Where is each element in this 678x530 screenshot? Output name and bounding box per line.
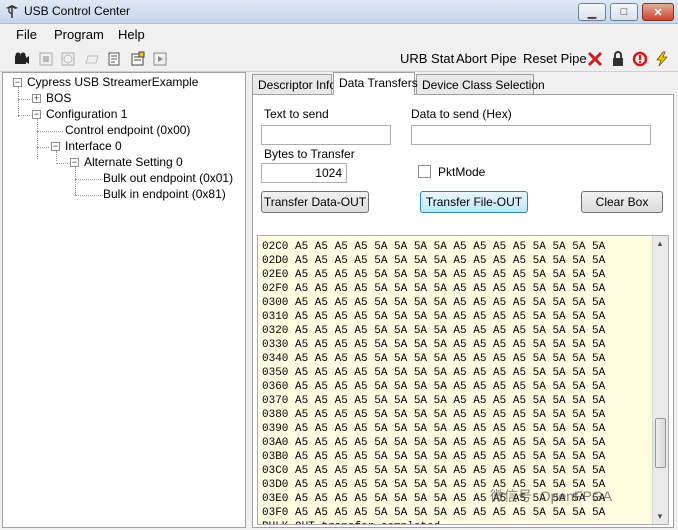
reset-icon[interactable] <box>632 51 648 67</box>
play-icon[interactable] <box>152 51 168 67</box>
lightning-icon[interactable] <box>654 51 670 67</box>
text-to-send-input[interactable] <box>261 125 391 145</box>
pktmode-label: PktMode <box>438 165 486 179</box>
output-line: BULK OUT transfer completed <box>262 520 605 524</box>
output-log-text: 02C0 A5 A5 A5 A5 5A 5A 5A 5A A5 A5 A5 A5… <box>262 240 606 524</box>
folder-icon[interactable] <box>84 51 100 67</box>
minimize-icon: ▁ <box>587 6 597 19</box>
urb-stat-button[interactable]: URB Stat <box>400 51 454 66</box>
tree-node-configuration[interactable]: Configuration 1 <box>46 107 127 123</box>
tree-node-device[interactable]: Cypress USB StreamerExample <box>27 75 198 91</box>
clock-icon[interactable] <box>60 51 76 67</box>
collapse-root-icon[interactable]: − <box>13 78 22 87</box>
tab-data-transfers[interactable]: Data Transfers <box>333 72 418 95</box>
output-line: 0350 A5 A5 A5 A5 5A 5A 5A 5A A5 A5 A5 A5… <box>262 367 606 379</box>
expand-bos-icon[interactable]: + <box>32 94 41 103</box>
usb-app-icon <box>6 5 18 18</box>
menu-bar: File Program Help <box>0 24 678 46</box>
collapse-interface-icon[interactable]: − <box>51 142 60 151</box>
output-line: 03F0 A5 A5 A5 A5 5A 5A 5A 5A A5 A5 A5 A5… <box>262 507 606 519</box>
maximize-icon: □ <box>620 6 628 18</box>
abort-pipe-button[interactable]: Abort Pipe <box>456 51 517 66</box>
tree-node-control-endpoint[interactable]: Control endpoint (0x00) <box>65 123 190 139</box>
output-line: 03C0 A5 A5 A5 A5 5A 5A 5A 5A A5 A5 A5 A5… <box>262 465 606 477</box>
tree-node-bulk-out-endpoint[interactable]: Bulk out endpoint (0x01) <box>103 171 233 187</box>
tree-node-interface[interactable]: Interface 0 <box>65 139 122 155</box>
text-to-send-label: Text to send <box>264 107 329 121</box>
camera-icon[interactable] <box>14 51 30 67</box>
window-title: USB Control Center <box>24 4 131 18</box>
output-line: 0370 A5 A5 A5 A5 5A 5A 5A 5A A5 A5 A5 A5… <box>262 395 606 407</box>
clear-box-button[interactable]: Clear Box <box>581 191 663 213</box>
output-line: 03A0 A5 A5 A5 A5 5A 5A 5A 5A A5 A5 A5 A5… <box>262 437 606 449</box>
data-to-send-hex-input[interactable] <box>411 125 651 145</box>
tree-node-alternate-setting[interactable]: Alternate Setting 0 <box>84 155 183 171</box>
tab-device-class-selection[interactable]: Device Class Selection <box>416 74 545 94</box>
output-line: 02F0 A5 A5 A5 A5 5A 5A 5A 5A A5 A5 A5 A5… <box>262 283 606 295</box>
output-line: 0300 A5 A5 A5 A5 5A 5A 5A 5A A5 A5 A5 A5… <box>262 297 606 309</box>
output-line: 0390 A5 A5 A5 A5 5A 5A 5A 5A A5 A5 A5 A5… <box>262 423 606 435</box>
output-line: 0380 A5 A5 A5 A5 5A 5A 5A 5A A5 A5 A5 A5… <box>262 409 606 421</box>
title-bar: USB Control Center ▁ □ ✕ <box>0 0 678 24</box>
stop-icon[interactable] <box>38 51 54 67</box>
close-icon: ✕ <box>653 6 663 19</box>
notepad-icon[interactable] <box>130 51 146 67</box>
menu-file[interactable]: File <box>16 27 37 42</box>
transfer-file-out-button[interactable]: Transfer File-OUT <box>420 191 528 213</box>
close-button[interactable]: ✕ <box>642 3 674 21</box>
scroll-up-icon[interactable]: ▲ <box>656 239 664 248</box>
output-line: 0330 A5 A5 A5 A5 5A 5A 5A 5A A5 A5 A5 A5… <box>262 339 606 351</box>
output-line: 02E0 A5 A5 A5 A5 5A 5A 5A 5A A5 A5 A5 A5… <box>262 269 606 281</box>
watermark: 微信号: OpenFPGA <box>490 488 613 504</box>
toolbar: URB Stat Abort Pipe Reset Pipe <box>0 46 678 72</box>
right-panel: Descriptor Info Data Transfers Device Cl… <box>250 72 678 530</box>
maximize-button[interactable]: □ <box>610 3 638 21</box>
output-line: 0340 A5 A5 A5 A5 5A 5A 5A 5A A5 A5 A5 A5… <box>262 353 606 365</box>
menu-program[interactable]: Program <box>54 27 104 42</box>
lock-icon[interactable] <box>610 51 626 67</box>
red-x-icon[interactable] <box>587 51 603 67</box>
scroll-thumb[interactable] <box>655 418 666 468</box>
data-transfers-page: Text to send Data to send (Hex) Bytes to… <box>252 94 674 528</box>
output-line: 02C0 A5 A5 A5 A5 5A 5A 5A 5A A5 A5 A5 A5… <box>262 241 606 253</box>
collapse-config-icon[interactable]: − <box>32 110 41 119</box>
scroll-down-icon[interactable]: ▼ <box>656 512 664 521</box>
tree-node-bulk-in-endpoint[interactable]: Bulk in endpoint (0x81) <box>103 187 226 203</box>
data-to-send-label: Data to send (Hex) <box>411 107 512 121</box>
output-scrollbar[interactable]: ▲ ▼ <box>652 236 668 524</box>
minimize-button[interactable]: ▁ <box>578 3 606 21</box>
output-line: 0310 A5 A5 A5 A5 5A 5A 5A 5A A5 A5 A5 A5… <box>262 311 606 323</box>
output-line: 0320 A5 A5 A5 A5 5A 5A 5A 5A A5 A5 A5 A5… <box>262 325 606 337</box>
transfer-data-out-button[interactable]: Transfer Data-OUT <box>261 191 369 213</box>
collapse-alt-setting-icon[interactable]: − <box>70 158 79 167</box>
output-log[interactable]: 02C0 A5 A5 A5 A5 5A 5A 5A 5A A5 A5 A5 A5… <box>257 235 669 525</box>
output-line: 03B0 A5 A5 A5 A5 5A 5A 5A 5A A5 A5 A5 A5… <box>262 451 606 463</box>
device-tree[interactable]: − Cypress USB StreamerExample + BOS − Co… <box>2 72 246 528</box>
tree-node-bos[interactable]: BOS <box>46 91 71 107</box>
bytes-to-transfer-label: Bytes to Transfer <box>264 147 355 161</box>
tab-descriptor-info[interactable]: Descriptor Info <box>252 74 336 94</box>
bytes-to-transfer-input[interactable]: 1024 <box>261 163 347 183</box>
output-line: 02D0 A5 A5 A5 A5 5A 5A 5A 5A A5 A5 A5 A5… <box>262 255 606 267</box>
open-file-icon[interactable] <box>106 51 122 67</box>
pktmode-checkbox[interactable] <box>418 165 431 178</box>
menu-help[interactable]: Help <box>118 27 145 42</box>
reset-pipe-button[interactable]: Reset Pipe <box>523 51 587 66</box>
output-line: 0360 A5 A5 A5 A5 5A 5A 5A 5A A5 A5 A5 A5… <box>262 381 606 393</box>
